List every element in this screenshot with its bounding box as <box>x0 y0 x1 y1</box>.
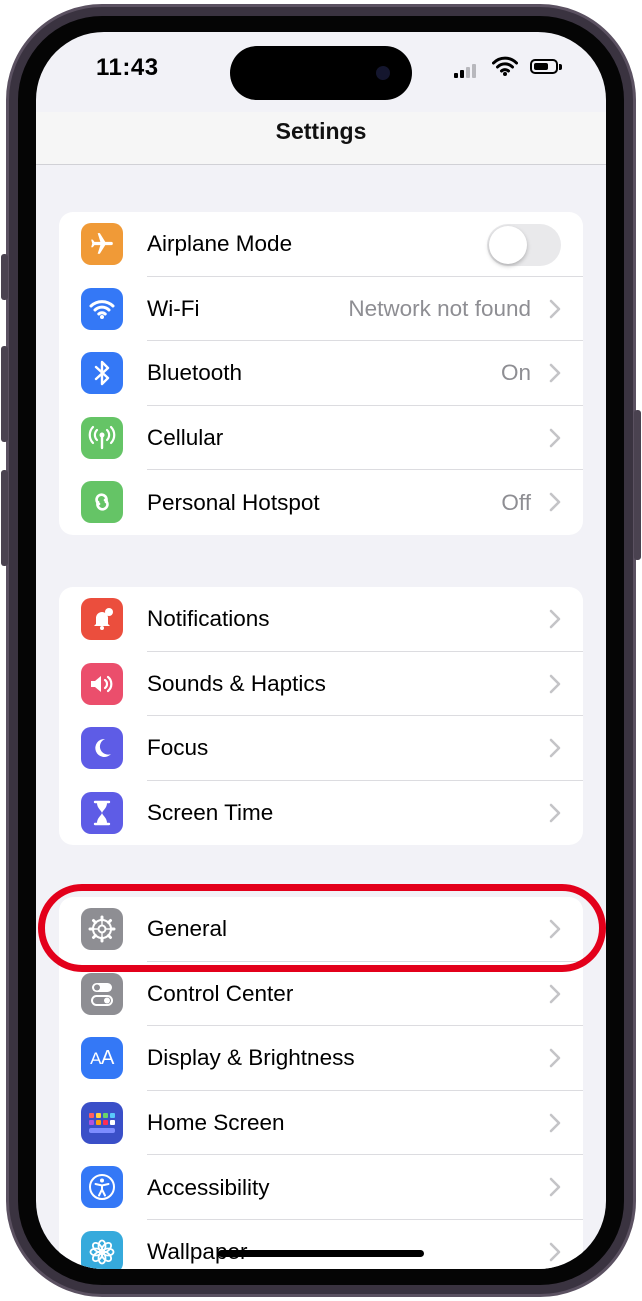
chevron-right-icon <box>549 1177 561 1202</box>
setting-label: Personal Hotspot <box>147 489 320 515</box>
setting-screen-time[interactable]: Screen Time <box>59 781 583 846</box>
setting-label: Focus <box>147 735 209 761</box>
dynamic-island <box>230 46 412 100</box>
chevron-right-icon <box>549 738 561 763</box>
setting-personal-hotspot[interactable]: Personal Hotspot Off <box>59 470 583 535</box>
accessibility-icon <box>81 1166 123 1209</box>
control-center-icon <box>81 972 123 1015</box>
display-icon: AA <box>81 1037 123 1080</box>
chevron-right-icon <box>549 428 561 453</box>
setting-home-screen[interactable]: Home Screen <box>59 1091 583 1156</box>
chevron-right-icon <box>549 1048 561 1073</box>
notifications-icon <box>81 598 123 640</box>
airplane-icon <box>81 223 123 265</box>
chevron-right-icon <box>549 984 561 1009</box>
chevron-right-icon <box>549 609 561 634</box>
setting-notifications[interactable]: Notifications <box>59 587 583 652</box>
status-bar: 11:43 <box>36 32 606 112</box>
volume-down-button <box>1 470 8 566</box>
setting-label: Notifications <box>147 606 270 632</box>
hourglass-icon <box>81 791 123 834</box>
setting-sounds-haptics[interactable]: Sounds & Haptics <box>59 652 583 717</box>
setting-label: Sounds & Haptics <box>147 670 326 696</box>
bluetooth-icon <box>81 352 123 395</box>
moon-icon <box>81 727 123 770</box>
setting-label: Accessibility <box>147 1174 270 1200</box>
chevron-right-icon <box>549 492 561 517</box>
setting-label: Display & Brightness <box>147 1045 355 1071</box>
battery-icon <box>530 59 562 74</box>
setting-wallpaper[interactable]: Wallpaper <box>59 1220 583 1269</box>
chevron-right-icon <box>549 803 561 828</box>
general-highlight-annotation <box>38 884 606 972</box>
setting-label: Bluetooth <box>147 360 243 386</box>
setting-label: Control Center <box>147 980 294 1006</box>
status-time: 11:43 <box>96 54 159 81</box>
setting-display-brightness[interactable]: AA Display & Brightness <box>59 1026 583 1091</box>
chevron-right-icon <box>549 674 561 699</box>
action-button <box>1 254 8 300</box>
setting-airplane-mode[interactable]: Airplane Mode <box>59 212 583 277</box>
airplane-mode-toggle[interactable] <box>487 224 561 266</box>
wifi-status-icon <box>492 56 518 81</box>
screen: 11:43 Settings Airplane Mode Wi-Fi Netwo… <box>36 32 606 1269</box>
wallpaper-icon <box>81 1230 123 1269</box>
setting-value: On <box>500 360 531 386</box>
setting-value: Off <box>501 489 531 515</box>
page-title: Settings <box>275 118 367 144</box>
sounds-icon <box>81 662 123 705</box>
setting-focus[interactable]: Focus <box>59 716 583 781</box>
chevron-right-icon <box>549 1113 561 1138</box>
chevron-right-icon <box>549 363 561 388</box>
chevron-right-icon <box>549 1242 561 1267</box>
setting-bluetooth[interactable]: Bluetooth On <box>59 341 583 406</box>
setting-cellular[interactable]: Cellular <box>59 406 583 471</box>
setting-value: Network not found <box>348 295 531 321</box>
settings-group-notifications: Notifications Sounds & Haptics Focus Scr… <box>59 587 583 846</box>
wifi-icon <box>81 287 123 330</box>
setting-label: Airplane Mode <box>147 231 293 257</box>
chevron-right-icon <box>549 299 561 324</box>
volume-up-button <box>1 346 8 442</box>
setting-label: Screen Time <box>147 800 274 826</box>
setting-label: Cellular <box>147 425 224 451</box>
cellular-icon <box>81 416 123 459</box>
signal-icon <box>454 60 478 78</box>
setting-label: Home Screen <box>147 1110 285 1136</box>
nav-header: Settings <box>36 112 606 165</box>
home-screen-icon <box>81 1101 123 1144</box>
hotspot-icon <box>81 481 123 524</box>
home-indicator[interactable] <box>218 1250 424 1257</box>
setting-accessibility[interactable]: Accessibility <box>59 1155 583 1220</box>
power-button <box>634 410 641 560</box>
settings-group-connectivity: Airplane Mode Wi-Fi Network not found Bl… <box>59 212 583 535</box>
setting-label: Wi-Fi <box>147 295 200 321</box>
setting-wifi[interactable]: Wi-Fi Network not found <box>59 277 583 342</box>
